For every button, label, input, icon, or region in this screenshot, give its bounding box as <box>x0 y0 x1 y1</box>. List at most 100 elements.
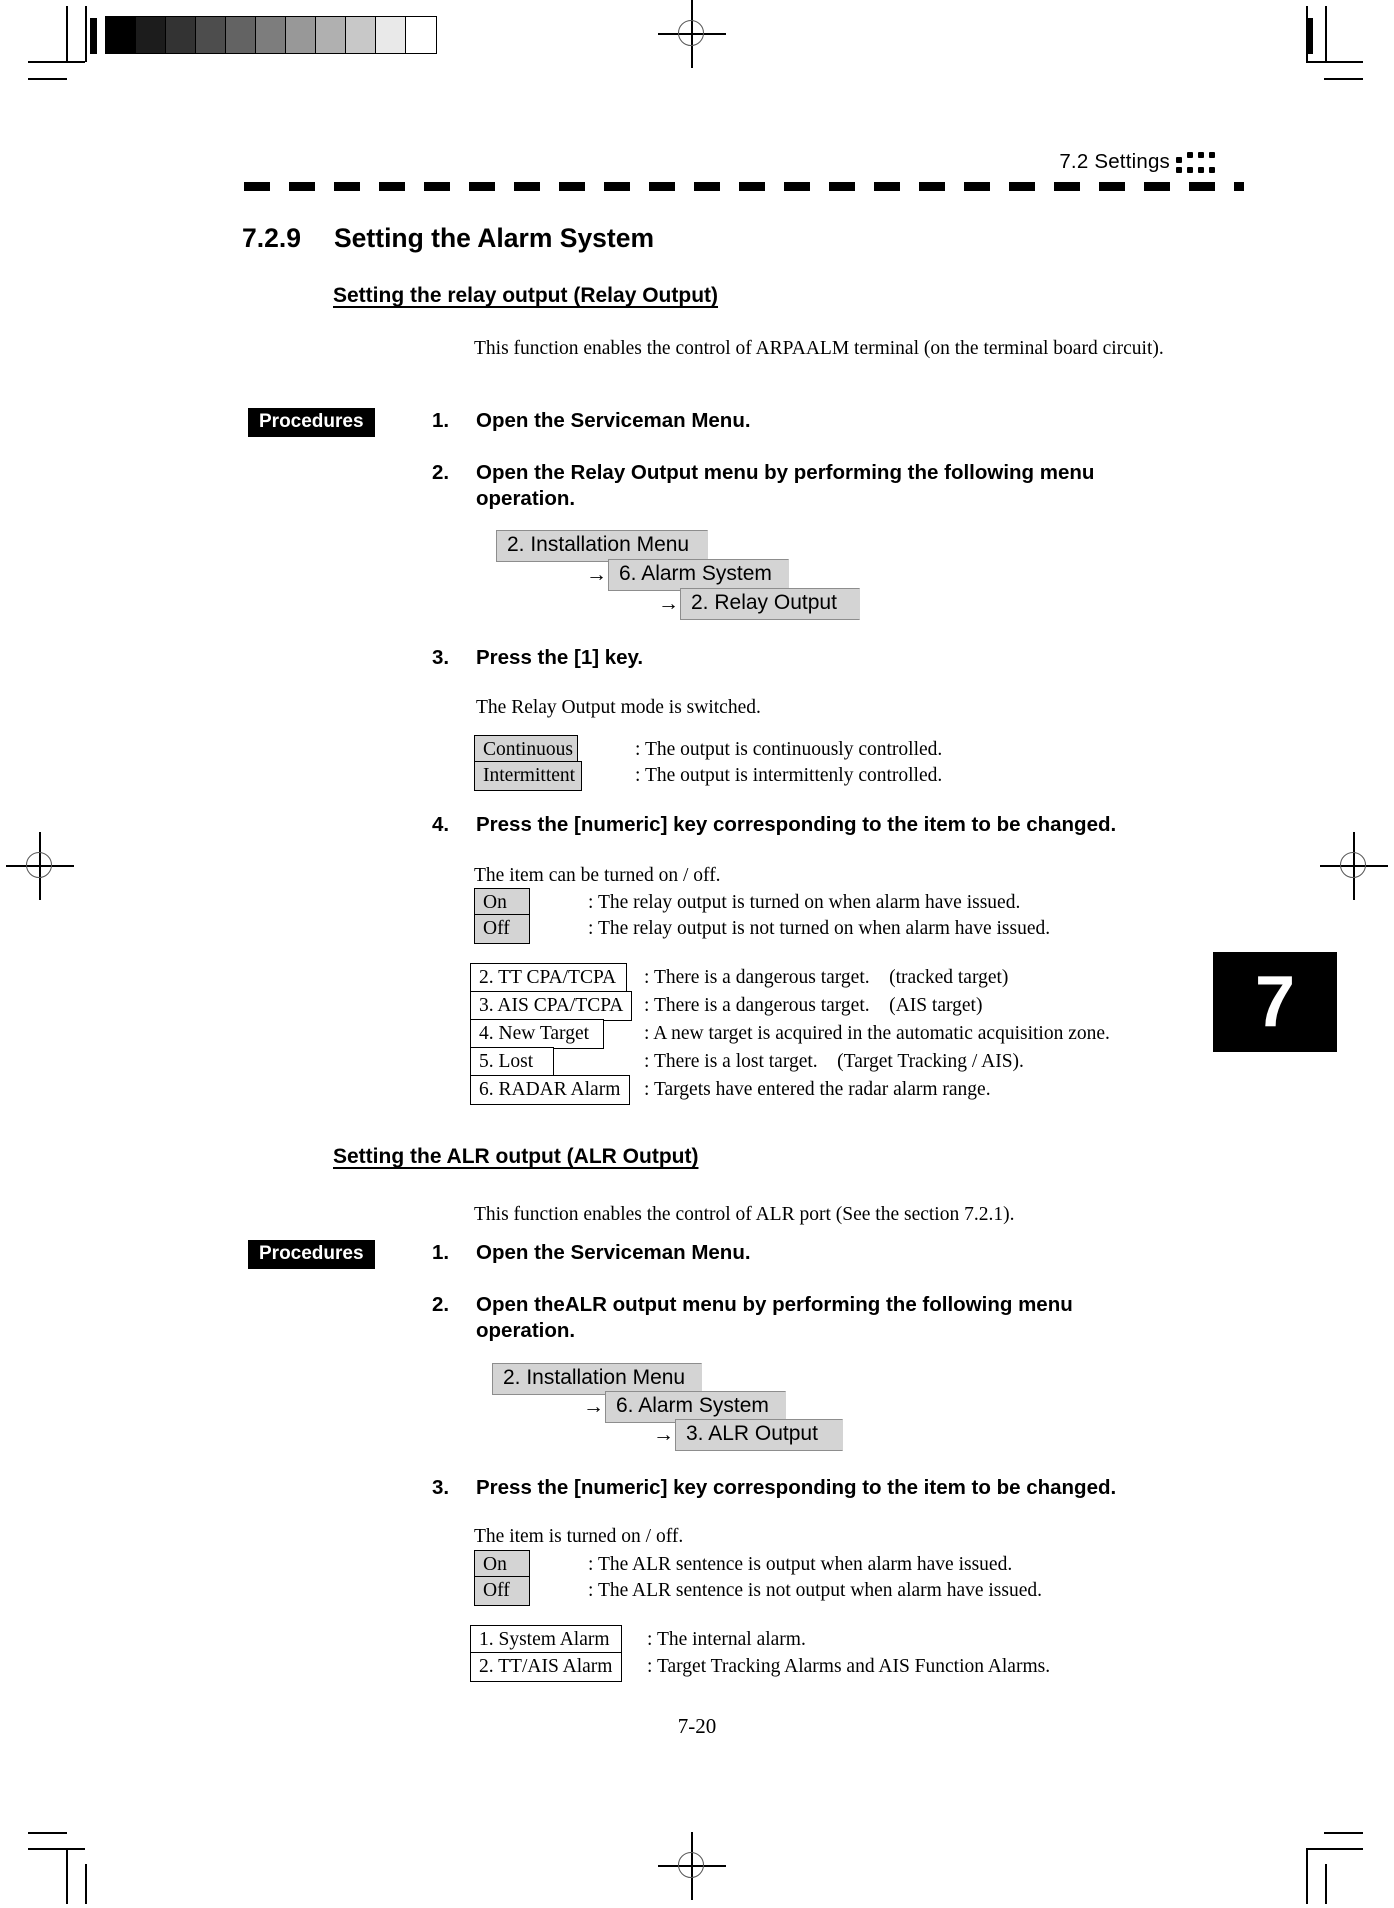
relay-step-3-text: Press the [1] key. <box>476 646 644 669</box>
calibration-swatch <box>166 17 196 53</box>
crop-mark-bottom-right <box>1292 1832 1363 1904</box>
alr-item-row-system-alarm: 1. System Alarm : The internal alarm. <box>470 1625 806 1656</box>
registration-mark-left <box>4 830 76 902</box>
menu-arrow-icon: → <box>586 563 607 587</box>
option-desc-radar-alarm: : Targets have entered the radar alarm r… <box>644 1079 991 1100</box>
alr-step-3: 3. Press the [numeric] key corresponding… <box>432 1475 1117 1501</box>
option-box-tt-cpa-tcpa[interactable]: 2. TT CPA/TCPA <box>470 963 627 994</box>
calibration-swatch <box>406 17 436 53</box>
alr-step-3-number: 3. <box>432 1476 450 1499</box>
option-box-off[interactable]: Off <box>474 1576 530 1607</box>
option-desc-new-target: : A new target is acquired in the automa… <box>644 1023 1110 1044</box>
alr-onoff-row-off: Off : The ALR sentence is not output whe… <box>474 1576 1043 1607</box>
menu-arrow-icon: → <box>658 592 679 616</box>
option-desc-continuous: : The output is continuously controlled. <box>635 739 943 760</box>
calibration-swatch <box>286 17 316 53</box>
option-box-system-alarm[interactable]: 1. System Alarm <box>470 1625 622 1656</box>
relay-onoff-note: The item can be turned on / off. <box>474 865 721 886</box>
option-box-ais-cpa-tcpa[interactable]: 3. AIS CPA/TCPA <box>470 991 632 1022</box>
page-number: 7-20 <box>677 1714 717 1738</box>
crop-mark-top-left <box>28 6 98 80</box>
alr-intro-paragraph: This function enables the control of ALR… <box>474 1204 1015 1225</box>
menu-box-alr-output[interactable]: 3. ALR Output <box>675 1419 843 1451</box>
relay-onoff-row-off: Off : The relay output is not turned on … <box>474 914 1051 945</box>
relay-step-3: 3. Press the [1] key. <box>432 645 644 671</box>
relay-step-1-number: 1. <box>432 409 450 432</box>
alr-step-2: 2. Open theALR output menu by performing… <box>432 1292 1106 1344</box>
alr-item-row-tt-ais-alarm: 2. TT/AIS Alarm : Target Tracking Alarms… <box>470 1652 1051 1683</box>
menu-arrow-icon: → <box>583 1395 604 1419</box>
procedures-badge-relay: Procedures <box>248 408 375 437</box>
relay-step-3-number: 3. <box>432 646 450 669</box>
section-number: 7.2.9 <box>242 223 301 253</box>
relay-intro-paragraph: This function enables the control of ARP… <box>474 338 1164 359</box>
subheading-relay-output: Setting the relay output (Relay Output) <box>333 284 719 307</box>
option-box-new-target[interactable]: 4. New Target <box>470 1019 604 1050</box>
relay-item-row-ais-cpa: 3. AIS CPA/TCPA : There is a dangerous t… <box>470 991 983 1022</box>
relay-mode-note: The Relay Output mode is switched. <box>476 697 761 718</box>
relay-item-row-lost: 5. Lost : There is a lost target. (Targe… <box>470 1047 1024 1078</box>
relay-menu-path-row-3: → 2. Relay Output <box>658 588 860 620</box>
alr-step-1-text: Open the Serviceman Menu. <box>476 1241 751 1264</box>
relay-step-1-text: Open the Serviceman Menu. <box>476 409 751 432</box>
menu-arrow-icon: → <box>653 1423 674 1447</box>
chapter-thumb-tab: 7 <box>1213 952 1337 1052</box>
option-desc-intermittent: : The output is intermittenly controlled… <box>635 765 943 786</box>
alr-onoff-note: The item is turned on / off. <box>474 1526 684 1547</box>
relay-item-row-radar-alarm: 6. RADAR Alarm : Targets have entered th… <box>470 1075 991 1106</box>
menu-box-installation-menu[interactable]: 2. Installation Menu <box>496 530 708 562</box>
relay-item-row-new-target: 4. New Target : A new target is acquired… <box>470 1019 1110 1050</box>
option-box-lost[interactable]: 5. Lost <box>470 1047 554 1078</box>
menu-box-alarm-system[interactable]: 6. Alarm System <box>605 1391 786 1423</box>
registration-mark-top <box>656 0 728 70</box>
option-box-radar-alarm[interactable]: 6. RADAR Alarm <box>470 1075 630 1106</box>
procedures-badge-alr: Procedures <box>248 1240 375 1269</box>
option-box-tt-ais-alarm[interactable]: 2. TT/AIS Alarm <box>470 1652 622 1683</box>
page-title: 7.2.9 Setting the Alarm System <box>242 223 654 254</box>
calibration-swatch <box>376 17 406 53</box>
alr-step-1-number: 1. <box>432 1241 450 1264</box>
calibration-swatch <box>196 17 226 53</box>
alr-menu-path-row-3: → 3. ALR Output <box>653 1419 843 1451</box>
crop-mark-top-right <box>1292 6 1363 80</box>
option-desc-lost: : There is a lost target. (Target Tracki… <box>644 1051 1024 1072</box>
calibration-swatch <box>316 17 346 53</box>
registration-mark-right <box>1318 830 1390 902</box>
relay-item-row-tt-cpa: 2. TT CPA/TCPA : There is a dangerous ta… <box>470 963 1009 994</box>
running-head: 7.2 Settings <box>1059 150 1170 173</box>
menu-box-relay-output[interactable]: 2. Relay Output <box>680 588 860 620</box>
option-desc-tt-ais-alarm: : Target Tracking Alarms and AIS Functio… <box>647 1656 1051 1677</box>
relay-step-4: 4. Press the [numeric] key corresponding… <box>432 812 1117 838</box>
scanned-page: 7.2 Settings 7 7.2.9 Setting the Alarm Sy… <box>0 0 1394 1908</box>
alr-step-1: 1. Open the Serviceman Menu. <box>432 1240 751 1266</box>
option-desc-ais-cpa-tcpa: : There is a dangerous target. (AIS targ… <box>644 995 983 1016</box>
alr-step-3-text: Press the [numeric] key corresponding to… <box>476 1476 1117 1499</box>
alr-step-2-text: Open theALR output menu by performing th… <box>476 1293 1073 1342</box>
relay-step-4-text: Press the [numeric] key corresponding to… <box>476 813 1117 836</box>
relay-mode-row-intermittent: Intermittent : The output is intermitten… <box>474 761 943 792</box>
relay-step-1: 1. Open the Serviceman Menu. <box>432 408 1136 434</box>
option-desc-tt-cpa-tcpa: : There is a dangerous target. (tracked … <box>644 967 1009 988</box>
option-box-intermittent[interactable]: Intermittent <box>474 761 582 792</box>
option-desc-off: : The ALR sentence is not output when al… <box>588 1580 1043 1601</box>
relay-menu-path-row-1: 2. Installation Menu <box>496 530 708 562</box>
option-desc-off: : The relay output is not turned on when… <box>588 918 1051 939</box>
calibration-swatch <box>256 17 286 53</box>
calibration-swatch <box>136 17 166 53</box>
option-desc-system-alarm: : The internal alarm. <box>647 1629 806 1650</box>
alr-menu-path-row-1: 2. Installation Menu <box>492 1363 703 1395</box>
relay-step-2-number: 2. <box>432 461 450 484</box>
menu-box-alarm-system[interactable]: 6. Alarm System <box>608 559 789 591</box>
option-box-off[interactable]: Off <box>474 914 530 945</box>
calibration-swatch <box>106 17 136 53</box>
menu-box-installation-menu[interactable]: 2. Installation Menu <box>492 1363 703 1395</box>
section-title: Setting the Alarm System <box>334 223 655 253</box>
relay-menu-path-row-2: → 6. Alarm System <box>586 559 789 591</box>
header-dot-pattern <box>1176 152 1218 178</box>
calibration-swatch <box>346 17 376 53</box>
header-dashed-rule <box>244 182 1244 191</box>
alr-step-2-number: 2. <box>432 1293 450 1316</box>
relay-step-4-number: 4. <box>432 813 450 836</box>
side-tick-left-top <box>90 18 97 54</box>
subheading-alr-output: Setting the ALR output (ALR Output) <box>333 1145 699 1168</box>
